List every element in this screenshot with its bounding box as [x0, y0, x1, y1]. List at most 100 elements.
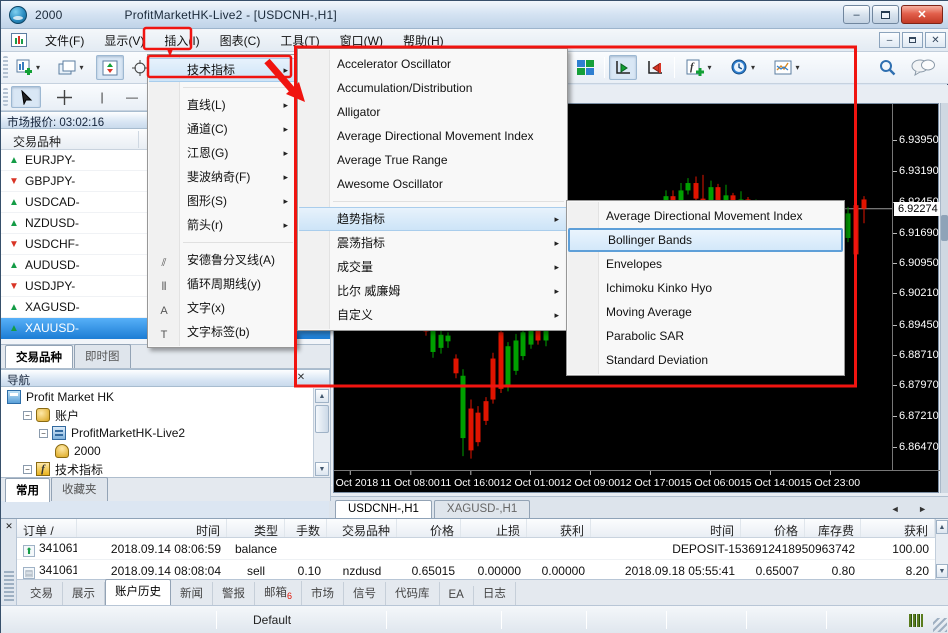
autoscroll-button[interactable] — [609, 55, 637, 80]
mdi-minimize-button[interactable]: – — [879, 32, 900, 48]
market-watch-tab-交易品种[interactable]: 交易品种 — [5, 345, 73, 369]
terminal-tab-邮箱[interactable]: 邮箱6 — [255, 581, 302, 606]
mdi-restore-button[interactable] — [902, 32, 923, 48]
column-header-3[interactable]: 手数 — [285, 519, 327, 537]
terminal-tab-交易[interactable]: 交易 — [21, 582, 63, 606]
indicators-menu-item-成交量[interactable]: 成交量▸ — [299, 255, 566, 279]
tree-expander-icon[interactable]: − — [39, 429, 48, 438]
chart-tab-scroll-arrows[interactable]: ◄ ► — [891, 504, 935, 514]
profiles-button[interactable]: ▾ — [53, 55, 89, 80]
terminal-tab-新闻[interactable]: 新闻 — [171, 582, 213, 606]
trend-menu-item-ichimokukinkohyo[interactable]: Ichimoku Kinko Hyo — [568, 276, 843, 300]
insert-menu-item-斐波纳奇f[interactable]: 斐波纳奇(F)▸ — [149, 165, 295, 189]
trend-menu-item-movingaverage[interactable]: Moving Average — [568, 300, 843, 324]
insert-menu-item-安德鲁分叉线a[interactable]: ⫽安德鲁分叉线(A) — [149, 248, 295, 272]
indicators-menu-item-acceleratoroscillator[interactable]: Accelerator Oscillator — [299, 52, 566, 76]
terminal-tab-市场[interactable]: 市场 — [302, 582, 344, 606]
market-watch-toggle-button[interactable] — [96, 55, 124, 80]
indicators-menu-item-averagedirectionalmovementindex[interactable]: Average Directional Movement Index — [299, 124, 566, 148]
menubar-item-c[interactable]: 图表(C) — [210, 29, 271, 52]
navigator-scrollbar[interactable]: ▲ ▼ — [313, 388, 330, 477]
indicators-menu-item-accumulationdistribution[interactable]: Accumulation/Distribution — [299, 76, 566, 100]
chat-button[interactable] — [906, 55, 940, 80]
indicators-menu-item-趋势指标[interactable]: 趋势指标▸ — [299, 207, 566, 231]
time-scale[interactable]: 11 Oct 201811 Oct 08:0011 Oct 16:0012 Oc… — [334, 470, 940, 494]
column-header-11[interactable]: 获利 — [861, 519, 935, 537]
search-button[interactable] — [873, 55, 901, 80]
navigator-tab-收藏夹[interactable]: 收藏夹 — [51, 477, 108, 501]
column-header-9[interactable]: 价格 — [741, 519, 805, 537]
tree-item-profitmarkethk[interactable]: Profit Market HK — [1, 388, 306, 406]
trend-menu-item-standarddeviation[interactable]: Standard Deviation — [568, 348, 843, 372]
scroll-up-icon[interactable]: ▲ — [315, 389, 329, 403]
window-minimize-button[interactable]: – — [843, 5, 870, 24]
crosshair-tool-button[interactable] — [49, 86, 79, 108]
scroll-up-icon[interactable]: ▲ — [936, 520, 948, 534]
indicators-list-button[interactable]: f ▾ — [679, 55, 719, 80]
insert-menu-item-图形s[interactable]: 图形(S)▸ — [149, 189, 295, 213]
chart-scrollbar[interactable] — [940, 103, 948, 493]
chart-scrollbar-thumb[interactable] — [941, 215, 948, 241]
table-row[interactable]: ⬆34106142018.09.14 08:06:59balanceDEPOSI… — [17, 538, 935, 560]
trend-menu-item-bollingerbands[interactable]: Bollinger Bands — [568, 228, 843, 252]
window-close-button[interactable]: ✕ — [901, 5, 943, 24]
toolbar-grip[interactable] — [3, 56, 8, 79]
column-header-5[interactable]: 价格 — [397, 519, 461, 537]
column-header-6[interactable]: 止损 — [461, 519, 527, 537]
insert-menu-item-文字标签b[interactable]: T文字标签(b) — [149, 320, 295, 344]
tree-item-账户[interactable]: −账户 — [1, 406, 306, 424]
chart-tab-xagusdh1[interactable]: XAGUSD-,H1 — [434, 500, 530, 518]
terminal-tab-账户历史[interactable]: 账户历史 — [105, 579, 171, 606]
window-resize-grip[interactable] — [933, 618, 947, 632]
trend-menu-item-envelopes[interactable]: Envelopes — [568, 252, 843, 276]
column-header-4[interactable]: 交易品种 — [327, 519, 397, 537]
indicators-menu-item-awesomeoscillator[interactable]: Awesome Oscillator — [299, 172, 566, 196]
terminal-tab-展示[interactable]: 展示 — [63, 582, 105, 606]
tree-item-技术指标[interactable]: −f技术指标 — [1, 460, 306, 477]
tree-expander-icon[interactable]: − — [23, 465, 32, 474]
terminal-tab-代码库[interactable]: 代码库 — [386, 582, 440, 606]
tree-item-profitmarkethklive2[interactable]: −ProfitMarketHK-Live2 — [1, 424, 306, 442]
profile-name[interactable]: Default — [253, 613, 291, 627]
insert-menu-item-循环周期线y[interactable]: ⫴循环周期线(y) — [149, 272, 295, 296]
terminal-drag-grip[interactable] — [4, 571, 14, 601]
mdi-close-button[interactable]: ✕ — [925, 32, 946, 48]
terminal-tab-ea[interactable]: EA — [440, 586, 474, 606]
column-header-8[interactable]: 时间 — [591, 519, 741, 537]
menubar-item-f[interactable]: 文件(F) — [35, 29, 94, 52]
navigator-close-button[interactable]: ✕ — [294, 371, 308, 385]
terminal-tab-日志[interactable]: 日志 — [474, 582, 516, 606]
terminal-scrollbar[interactable]: ▲ ▼ — [935, 519, 948, 579]
terminal-close-button[interactable]: ✕ — [3, 521, 15, 533]
price-scale[interactable]: 6.939506.931906.924506.916906.909506.902… — [892, 104, 940, 470]
insert-menu-item-直线l[interactable]: 直线(L)▸ — [149, 93, 295, 117]
tile-windows-button[interactable] — [571, 55, 599, 80]
trend-menu-item-parabolicsar[interactable]: Parabolic SAR — [568, 324, 843, 348]
scroll-down-icon[interactable]: ▼ — [936, 564, 948, 578]
column-header-10[interactable]: 库存费 — [805, 519, 861, 537]
chart-tab-usdcnhh1[interactable]: USDCNH-,H1 — [335, 500, 432, 518]
column-header-7[interactable]: 获利 — [527, 519, 591, 537]
market-watch-tab-即时图[interactable]: 即时图 — [74, 344, 131, 368]
window-maximize-button[interactable] — [872, 5, 899, 24]
menubar-item-i[interactable]: 插入(I) — [154, 29, 209, 52]
periods-button[interactable]: ▾ — [723, 55, 763, 80]
scroll-down-icon[interactable]: ▼ — [315, 462, 329, 476]
column-header-0[interactable]: 订单 / — [17, 519, 77, 537]
indicators-menu-item-averagetruerange[interactable]: Average True Range — [299, 148, 566, 172]
terminal-tab-信号[interactable]: 信号 — [344, 582, 386, 606]
tree-expander-icon[interactable]: − — [23, 411, 32, 420]
chart-mdi-icon[interactable] — [11, 33, 27, 47]
tree-item-2000[interactable]: 2000 — [1, 442, 306, 460]
indicators-menu-item-震荡指标[interactable]: 震荡指标▸ — [299, 231, 566, 255]
chart-shift-button[interactable] — [641, 55, 669, 80]
scrollbar-thumb[interactable] — [315, 405, 329, 433]
cursor-tool-button[interactable] — [11, 86, 41, 108]
insert-menu-item-文字x[interactable]: A文字(x) — [149, 296, 295, 320]
insert-menu-item-通道c[interactable]: 通道(C)▸ — [149, 117, 295, 141]
table-row[interactable]: ▤34106152018.09.14 08:08:04sell0.10nzdus… — [17, 560, 935, 579]
insert-menu-item-江恩g[interactable]: 江恩(G)▸ — [149, 141, 295, 165]
menubar-item-v[interactable]: 显示(V) — [94, 29, 154, 52]
trend-menu-item-averagedirectionalmovementindex[interactable]: Average Directional Movement Index — [568, 204, 843, 228]
insert-menu-item-技术指标[interactable]: 技术指标▸ — [149, 58, 295, 82]
